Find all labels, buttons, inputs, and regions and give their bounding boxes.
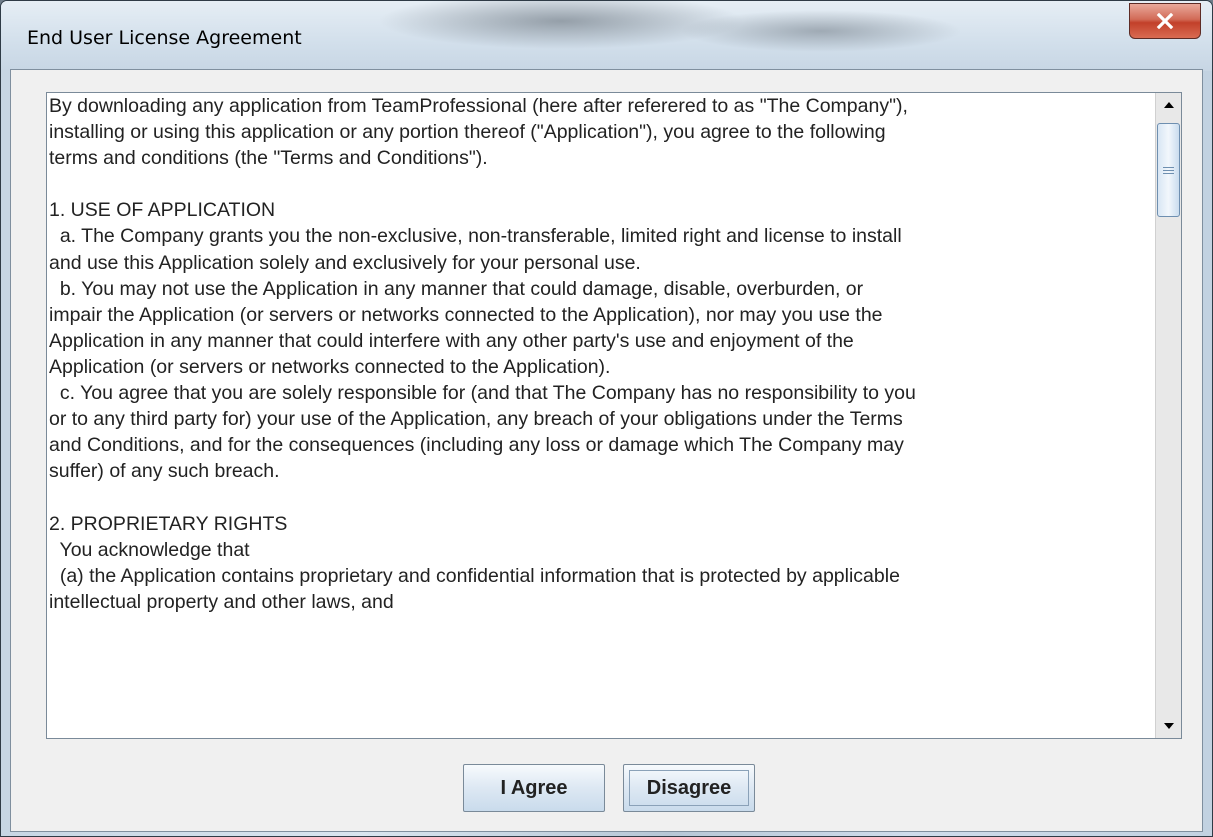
eula-text-area[interactable]: By downloading any application from Team… <box>46 92 1182 739</box>
eula-line: a. The Company grants you the non-exclus… <box>49 225 902 248</box>
eula-line: 2. PROPRIETARY RIGHTS <box>49 512 288 535</box>
eula-line: Application (or servers or networks conn… <box>49 355 611 378</box>
disagree-button[interactable]: Disagree <box>623 764 755 812</box>
eula-line: terms and conditions (the "Terms and Con… <box>49 147 488 170</box>
scroll-thumb[interactable] <box>1157 123 1180 217</box>
vertical-scrollbar[interactable] <box>1155 93 1181 738</box>
disagree-button-label: Disagree <box>646 776 732 799</box>
scroll-up-button[interactable] <box>1157 94 1180 116</box>
title-bar[interactable]: End User License Agreement <box>1 1 1212 71</box>
eula-line: or to any third party for) your use of t… <box>49 408 903 431</box>
eula-line <box>49 171 1149 197</box>
eula-text: By downloading any application from Team… <box>49 93 1149 615</box>
close-button[interactable] <box>1129 3 1201 39</box>
close-x-icon <box>1156 13 1174 29</box>
dialog-content: By downloading any application from Team… <box>10 69 1203 832</box>
eula-line: and use this Application solely and excl… <box>49 251 641 274</box>
eula-line: b. You may not use the Application in an… <box>49 277 864 300</box>
eula-line: intellectual property and other laws, an… <box>49 590 394 613</box>
grip-icon <box>1163 166 1174 174</box>
eula-line: and Conditions, and for the consequences… <box>49 434 904 457</box>
eula-line: installing or using this application or … <box>49 121 886 144</box>
arrow-up-icon <box>1163 102 1174 108</box>
eula-line <box>49 484 1149 510</box>
window-title: End User License Agreement <box>27 27 302 49</box>
eula-dialog-window: End User License Agreement By downloadin… <box>0 0 1213 837</box>
eula-line: c. You agree that you are solely respons… <box>49 382 916 405</box>
agree-button[interactable]: I Agree <box>463 764 605 812</box>
eula-line: 1. USE OF APPLICATION <box>49 199 276 222</box>
eula-line: You acknowledge that <box>49 538 250 561</box>
eula-line: suffer) of any such breach. <box>49 460 280 483</box>
eula-line: By downloading any application from Team… <box>49 95 908 117</box>
eula-line: (a) the Application contains proprietary… <box>49 564 900 587</box>
eula-line: impair the Application (or servers or ne… <box>49 303 883 326</box>
agree-button-label: I Agree <box>500 776 568 799</box>
arrow-down-icon <box>1163 723 1174 729</box>
scroll-down-button[interactable] <box>1157 715 1180 737</box>
eula-line: Application in any manner that could int… <box>49 329 854 352</box>
